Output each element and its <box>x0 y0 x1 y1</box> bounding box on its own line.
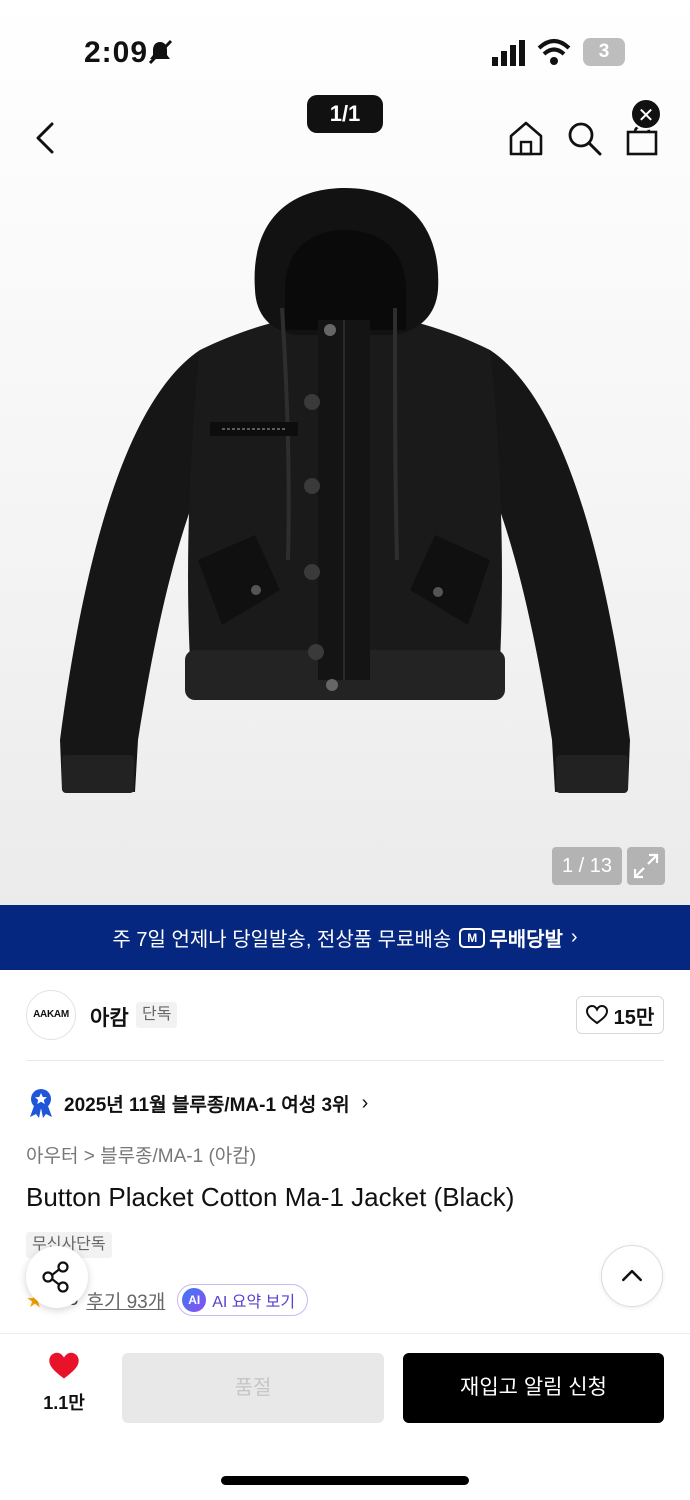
chevron-right-icon: › <box>361 1091 369 1114</box>
soldout-button[interactable]: 품절 <box>122 1353 384 1423</box>
status-time: 2:09 <box>84 36 149 69</box>
share-button[interactable] <box>26 1246 88 1308</box>
heart-filled-icon <box>49 1352 79 1379</box>
ranking-link[interactable]: 2025년 11월 블루종/MA-1 여성 3위 › <box>28 1088 368 1118</box>
heart-outline-icon <box>585 1005 608 1025</box>
wifi-icon <box>537 39 571 65</box>
silent-mode-icon <box>148 39 173 65</box>
ai-icon: AI <box>182 1288 207 1312</box>
expand-image-button[interactable] <box>627 847 665 885</box>
brand-like-button[interactable]: 15만 <box>576 996 664 1034</box>
review-count-link[interactable]: 후기 93개 <box>86 1287 165 1314</box>
ranking-text: 2025년 11월 블루종/MA-1 여성 3위 <box>64 1094 350 1116</box>
product-title: Button Placket Cotton Ma-1 Jacket (Black… <box>26 1182 515 1212</box>
scroll-top-button[interactable] <box>601 1245 663 1307</box>
product-image-jacket[interactable] <box>50 180 640 810</box>
signal-icon <box>492 40 525 66</box>
delivery-logo-mark: M <box>459 927 486 948</box>
brand-exclusive-tag: 단독 <box>136 1002 178 1028</box>
brand-like-count: 15만 <box>613 1006 655 1029</box>
back-button[interactable] <box>28 118 64 158</box>
close-icon[interactable]: ✕ <box>630 98 662 130</box>
ai-summary-button[interactable]: AI AI 요약 보기 <box>177 1284 309 1316</box>
ai-summary-label: AI 요약 보기 <box>212 1294 296 1311</box>
divider <box>26 1060 664 1061</box>
delivery-banner[interactable]: 주 7일 언제나 당일발송, 전상품 무료배송 M 무배당발 › <box>0 905 690 970</box>
free-delivery-logo: M 무배당발 <box>459 923 563 952</box>
breadcrumb[interactable]: 아우터 > 블루종/MA-1 (아캄) <box>26 1141 256 1168</box>
banner-text: 주 7일 언제나 당일발송, 전상품 무료배송 <box>112 929 452 951</box>
battery-icon: 3 <box>583 38 625 66</box>
home-indicator <box>221 1476 469 1485</box>
brand-name[interactable]: 아캄 <box>90 1002 129 1032</box>
chevron-right-icon: › <box>570 926 578 948</box>
page-indicator: 1/1 <box>307 95 383 133</box>
battery-level: 3 <box>598 41 610 62</box>
delivery-logo-text: 무배당발 <box>489 929 563 951</box>
ranking-badge-icon <box>30 1089 52 1118</box>
home-icon[interactable] <box>506 118 546 158</box>
status-bar: 2:09 3 <box>0 0 690 95</box>
brand-logo[interactable]: AAKAM <box>26 990 76 1040</box>
restock-alert-button[interactable]: 재입고 알림 신청 <box>403 1353 664 1423</box>
wish-count: 1.1만 <box>43 1393 85 1413</box>
wish-button[interactable]: 1.1만 <box>30 1352 98 1415</box>
search-icon[interactable] <box>564 118 604 158</box>
image-counter: 1 / 13 <box>552 847 622 885</box>
